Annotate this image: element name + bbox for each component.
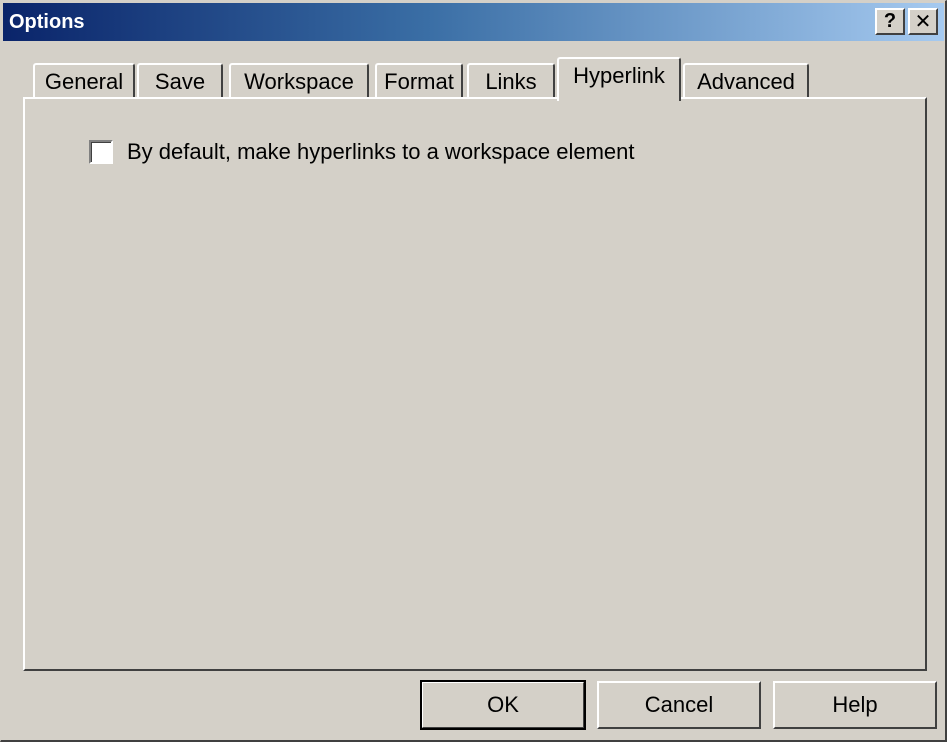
hyperlink-panel: By default, make hyperlinks to a workspa… xyxy=(23,97,927,671)
help-icon[interactable]: ? xyxy=(875,8,905,35)
tab-format[interactable]: Format xyxy=(375,63,463,99)
default-hyperlink-checkbox[interactable] xyxy=(89,140,113,164)
title-bar[interactable]: Options ? ✕ xyxy=(3,3,944,41)
default-hyperlink-label[interactable]: By default, make hyperlinks to a workspa… xyxy=(127,139,634,165)
options-dialog: Options ? ✕ General Save Workspace Forma… xyxy=(0,0,947,742)
tab-general[interactable]: General xyxy=(33,63,135,99)
tab-hyperlink[interactable]: Hyperlink xyxy=(557,57,681,101)
default-hyperlink-option[interactable]: By default, make hyperlinks to a workspa… xyxy=(89,139,634,165)
dialog-title: Options xyxy=(9,11,85,33)
tab-workspace[interactable]: Workspace xyxy=(229,63,369,99)
help-button[interactable]: Help xyxy=(773,681,937,729)
close-icon[interactable]: ✕ xyxy=(908,8,938,35)
tab-advanced[interactable]: Advanced xyxy=(683,63,809,99)
ok-button[interactable]: OK xyxy=(420,680,586,730)
cancel-button[interactable]: Cancel xyxy=(597,681,761,729)
tab-links[interactable]: Links xyxy=(467,63,555,99)
tab-save[interactable]: Save xyxy=(137,63,223,99)
tab-strip: General Save Workspace Format Links Hype… xyxy=(25,55,925,101)
